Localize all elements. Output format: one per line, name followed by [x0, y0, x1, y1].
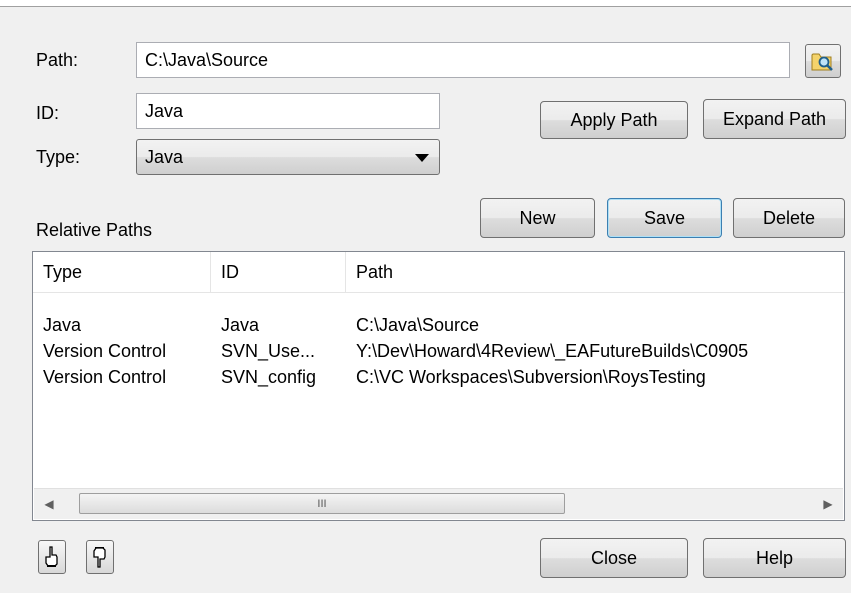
column-header-id[interactable]: ID [211, 252, 346, 292]
type-select-value: Java [145, 147, 184, 167]
cell-path: C:\Java\Source [356, 315, 480, 335]
type-select[interactable]: Java [136, 139, 440, 175]
cell-path: Y:\Dev\Howard\4Review\_EAFutureBuilds\C0… [356, 341, 749, 361]
arrow-right-icon[interactable]: ▶ [813, 489, 843, 519]
cell-type: Version Control [43, 341, 167, 361]
hand-point-down-icon [93, 547, 106, 568]
delete-button[interactable]: Delete [733, 198, 845, 238]
path-label: Path: [36, 50, 79, 70]
column-header-type[interactable]: Type [33, 252, 211, 292]
folder-search-icon [811, 53, 833, 71]
cell-type: Java [43, 315, 82, 335]
type-label: Type: [36, 147, 81, 167]
browse-button[interactable] [805, 44, 841, 78]
window-top-edge [0, 0, 851, 7]
scrollbar-thumb[interactable]: III [79, 493, 565, 514]
cell-path: C:\VC Workspaces\Subversion\RoysTesting [356, 367, 706, 387]
id-label: ID: [36, 103, 60, 123]
new-button[interactable]: New [480, 198, 595, 238]
save-button[interactable]: Save [607, 198, 722, 238]
hand-point-up-icon [45, 546, 58, 567]
column-header-path[interactable]: Path [346, 252, 844, 292]
horizontal-scrollbar[interactable]: ◀ III ▶ [34, 488, 843, 519]
expand-path-button[interactable]: Expand Path [703, 99, 846, 139]
path-input[interactable]: C:\Java\Source [136, 42, 790, 78]
move-up-button[interactable] [38, 540, 66, 574]
relative-paths-list[interactable]: Type ID Path Java Java C:\Java\Source Ve… [32, 251, 845, 521]
chevron-down-icon [415, 154, 429, 162]
scrollbar-grip: III [317, 497, 327, 510]
help-button[interactable]: Help [703, 538, 846, 578]
cell-id: Java [221, 315, 260, 335]
id-input[interactable]: Java [136, 93, 440, 129]
list-header: Type ID Path [33, 252, 844, 293]
cell-id: SVN_Use... [221, 341, 316, 361]
close-button[interactable]: Close [540, 538, 688, 578]
move-down-button[interactable] [86, 540, 114, 574]
apply-path-button[interactable]: Apply Path [540, 101, 688, 139]
cell-type: Version Control [43, 367, 167, 387]
cell-id: SVN_config [221, 367, 317, 387]
table-row[interactable]: Version Control SVN_Use... Y:\Dev\Howard… [33, 337, 844, 365]
table-row[interactable]: Version Control SVN_config C:\VC Workspa… [33, 363, 844, 391]
arrow-left-icon[interactable]: ◀ [34, 489, 64, 519]
relative-paths-label: Relative Paths [36, 220, 153, 240]
table-row[interactable]: Java Java C:\Java\Source [33, 311, 844, 339]
